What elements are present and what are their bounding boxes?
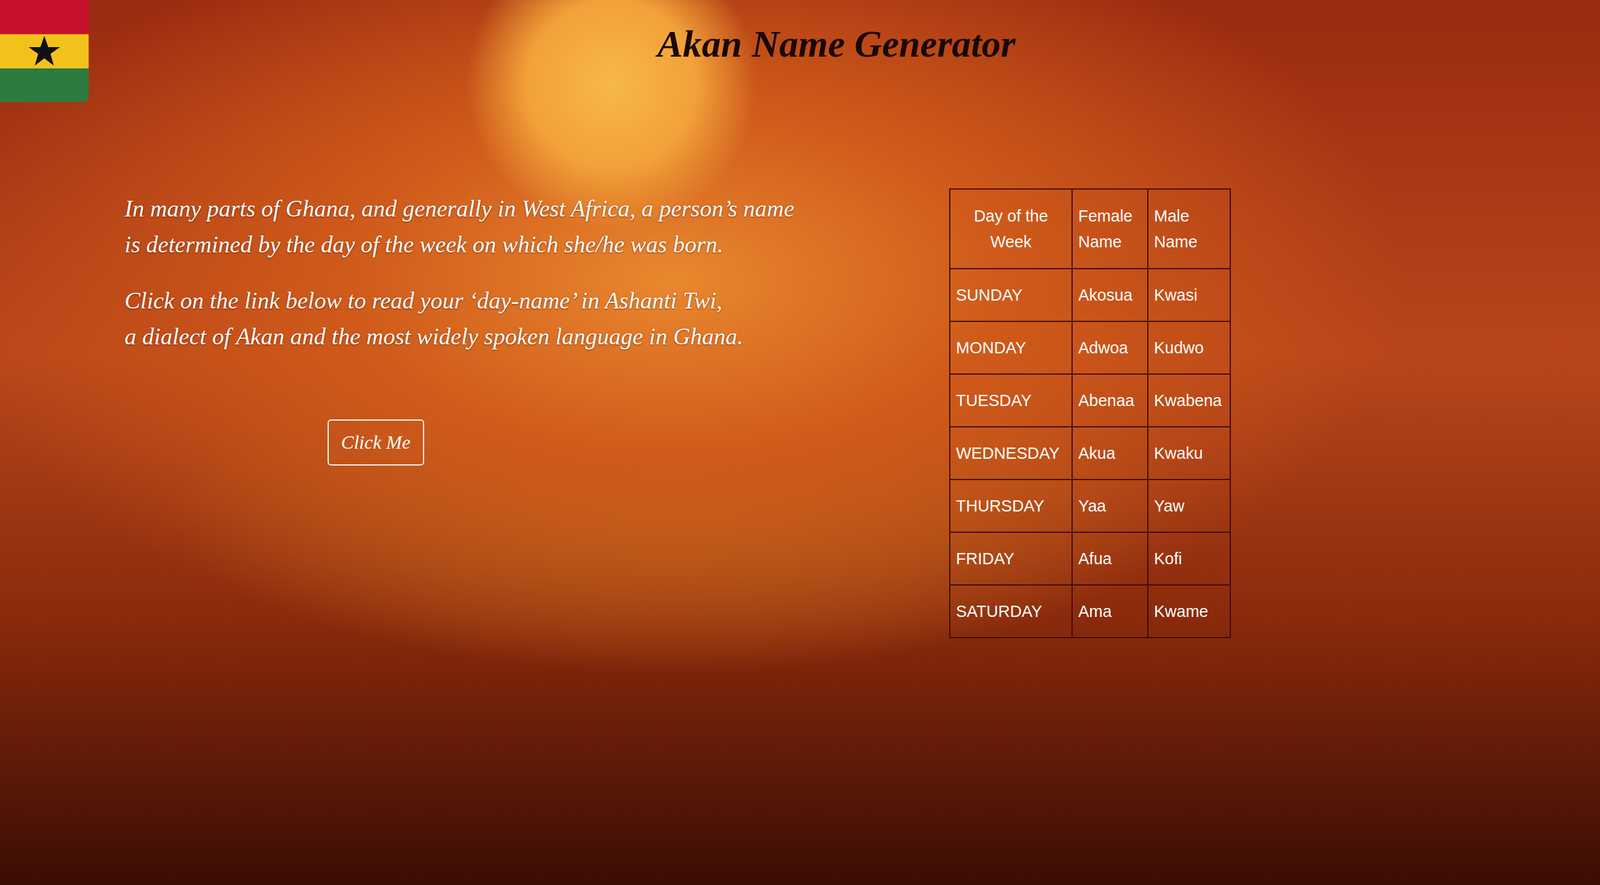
table-row: THURSDAYYaaYaw <box>949 479 1231 533</box>
table-cell: Akosua <box>1072 268 1148 322</box>
intro-paragraph: In many parts of Ghana, and generally in… <box>124 190 795 263</box>
table-cell: Kwasi <box>1147 268 1231 322</box>
names-table: Day of the WeekFemale NameMale NameSUNDA… <box>949 188 1231 639</box>
table-cell: Abenaa <box>1072 374 1148 427</box>
intro-line: a dialect of Akan and the most widely sp… <box>124 318 744 355</box>
table-cell: Kwaku <box>1147 426 1231 480</box>
intro-line: Click on the link below to read your ‘da… <box>124 282 744 319</box>
table-row: WEDNESDAYAkuaKwaku <box>949 426 1231 480</box>
main-content: In many parts of Ghana, and generally in… <box>0 102 1600 639</box>
table-cell: Kudwo <box>1147 321 1231 375</box>
table-row: MONDAYAdwoaKudwo <box>949 321 1231 375</box>
table-cell: SUNDAY <box>949 268 1073 322</box>
table-cell: WEDNESDAY <box>949 426 1073 480</box>
table-header-row: Day of the WeekFemale NameMale Name <box>949 189 1231 269</box>
table-cell: Yaw <box>1147 479 1231 533</box>
table-header-cell: Male Name <box>1147 189 1231 269</box>
table-row: SUNDAYAkosuaKwasi <box>949 268 1231 322</box>
table-cell: Kwabena <box>1147 374 1231 427</box>
table-cell: SATURDAY <box>949 585 1073 638</box>
table-cell: MONDAY <box>949 321 1073 375</box>
table-cell: FRIDAY <box>949 532 1073 586</box>
page: Akan Name Generator In many parts of Ghan… <box>0 0 1600 885</box>
table-row: SATURDAYAmaKwame <box>949 585 1231 638</box>
table-cell: THURSDAY <box>949 479 1073 533</box>
table-row: TUESDAYAbenaaKwabena <box>949 374 1231 427</box>
table-header-cell: Day of the Week <box>949 189 1073 269</box>
table-cell: Akua <box>1072 426 1148 480</box>
table-cell: TUESDAY <box>949 374 1073 427</box>
intro-paragraph: Click on the link below to read your ‘da… <box>124 282 744 355</box>
page-title: Akan Name Generator <box>584 0 1016 68</box>
table-cell: Kwame <box>1147 585 1231 638</box>
intro-section: In many parts of Ghana, and generally in… <box>0 188 860 466</box>
table-header-cell: Female Name <box>1072 189 1148 269</box>
click-me-button[interactable]: Click Me <box>327 419 425 466</box>
table-cell: Adwoa <box>1072 321 1148 375</box>
table-cell: Kofi <box>1147 532 1231 586</box>
header: Akan Name Generator <box>0 0 1600 103</box>
background-picture <box>0 0 1600 885</box>
intro-line: is determined by the day of the week on … <box>124 226 795 263</box>
table-cell: Afua <box>1072 532 1148 586</box>
ghana-flag-icon <box>0 0 89 103</box>
intro-line: In many parts of Ghana, and generally in… <box>124 190 795 227</box>
table-cell: Yaa <box>1072 479 1148 533</box>
table-row: FRIDAYAfuaKofi <box>949 532 1231 586</box>
table-cell: Ama <box>1072 585 1148 638</box>
